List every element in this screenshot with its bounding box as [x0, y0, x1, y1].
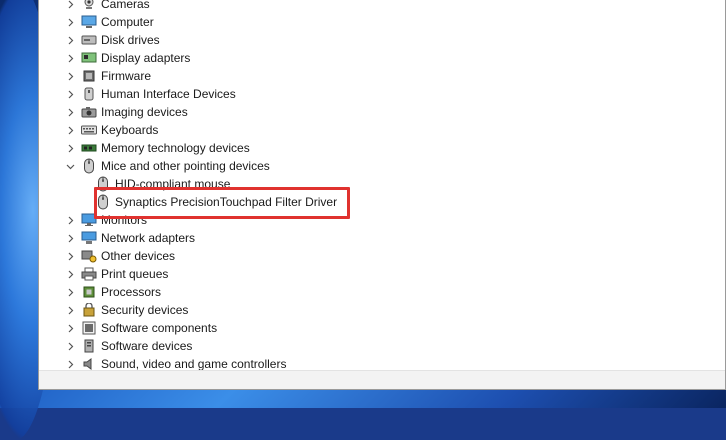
keyboard-icon	[81, 122, 97, 138]
chevron-right-icon[interactable]	[63, 103, 77, 121]
display-adapter-icon	[81, 50, 97, 66]
device-tree-label: Human Interface Devices	[101, 87, 236, 101]
chevron-right-icon[interactable]	[63, 319, 77, 337]
device-category-item[interactable]: Security devices	[39, 301, 719, 319]
chevron-right-icon[interactable]	[63, 337, 77, 355]
device-tree: Cameras Computer Disk drives Display adapte…	[39, 0, 725, 370]
device-category-item[interactable]: Imaging devices	[39, 103, 719, 121]
device-category-item[interactable]: Other devices	[39, 247, 719, 265]
chevron-down-icon[interactable]	[63, 157, 77, 175]
chevron-right-icon[interactable]	[63, 49, 77, 67]
device-tree-label: Disk drives	[101, 33, 160, 47]
software-component-icon	[81, 320, 97, 336]
device-tree-label: Display adapters	[101, 51, 191, 65]
chevron-right-icon[interactable]	[63, 85, 77, 103]
processor-icon	[81, 284, 97, 300]
device-category-item[interactable]: Computer	[39, 13, 719, 31]
imaging-device-icon	[81, 104, 97, 120]
device-category-item[interactable]: Memory technology devices	[39, 139, 719, 157]
device-category-item[interactable]: Display adapters	[39, 49, 719, 67]
device-category-item[interactable]: Software devices	[39, 337, 719, 355]
device-category-item[interactable]: Processors	[39, 283, 719, 301]
device-category-item[interactable]: Cameras	[39, 0, 719, 13]
device-tree-label: Sound, video and game controllers	[101, 357, 287, 370]
disk-drive-icon	[81, 32, 97, 48]
device-category-item[interactable]: Software components	[39, 319, 719, 337]
device-category-item[interactable]: Disk drives	[39, 31, 719, 49]
device-tree-label: Other devices	[101, 249, 176, 263]
computer-icon	[81, 14, 97, 30]
printer-icon	[81, 266, 97, 282]
device-category-item[interactable]: Print queues	[39, 265, 719, 283]
device-tree-label: Security devices	[101, 303, 189, 317]
network-adapter-icon	[81, 230, 97, 246]
hid-icon	[81, 86, 97, 102]
chevron-right-icon[interactable]	[63, 265, 77, 283]
chevron-right-icon[interactable]	[63, 247, 77, 265]
chevron-right-icon[interactable]	[63, 283, 77, 301]
chevron-right-icon[interactable]	[63, 121, 77, 139]
chevron-right-icon[interactable]	[63, 211, 77, 229]
device-tree-label: Cameras	[101, 0, 150, 11]
device-category-item[interactable]: Keyboards	[39, 121, 719, 139]
device-tree-label: Imaging devices	[101, 105, 188, 119]
chevron-right-icon[interactable]	[63, 13, 77, 31]
chevron-right-icon[interactable]	[63, 31, 77, 49]
chevron-right-icon[interactable]	[63, 355, 77, 370]
memory-device-icon	[81, 140, 97, 156]
device-category-item[interactable]: Network adapters	[39, 229, 719, 247]
other-devices-icon	[81, 248, 97, 264]
device-category-item[interactable]: Firmware	[39, 67, 719, 85]
device-tree-label: Firmware	[101, 69, 151, 83]
device-tree-label: Computer	[101, 15, 154, 29]
device-tree-label: Mice and other pointing devices	[101, 159, 270, 173]
device-tree-label: Network adapters	[101, 231, 196, 245]
camera-icon	[81, 0, 97, 12]
device-category-item[interactable]: Sound, video and game controllers	[39, 355, 719, 370]
device-category-item[interactable]: Mice and other pointing devices	[39, 157, 719, 175]
highlight-annotation-box	[94, 187, 350, 219]
device-tree-label: Software devices	[101, 339, 193, 353]
device-tree-label: Memory technology devices	[101, 141, 250, 155]
device-tree-label: Keyboards	[101, 123, 159, 137]
chevron-right-icon[interactable]	[63, 301, 77, 319]
chevron-right-icon[interactable]	[63, 0, 77, 13]
chevron-right-icon[interactable]	[63, 67, 77, 85]
chevron-right-icon[interactable]	[63, 229, 77, 247]
mouse-icon	[81, 158, 97, 174]
device-tree-label: Software components	[101, 321, 218, 335]
sound-icon	[81, 356, 97, 370]
status-bar	[39, 370, 725, 389]
device-tree-label: Print queues	[101, 267, 169, 281]
firmware-icon	[81, 68, 97, 84]
software-device-icon	[81, 338, 97, 354]
device-tree-label: Processors	[101, 285, 162, 299]
device-category-item[interactable]: Human Interface Devices	[39, 85, 719, 103]
security-device-icon	[81, 302, 97, 318]
chevron-right-icon[interactable]	[63, 139, 77, 157]
